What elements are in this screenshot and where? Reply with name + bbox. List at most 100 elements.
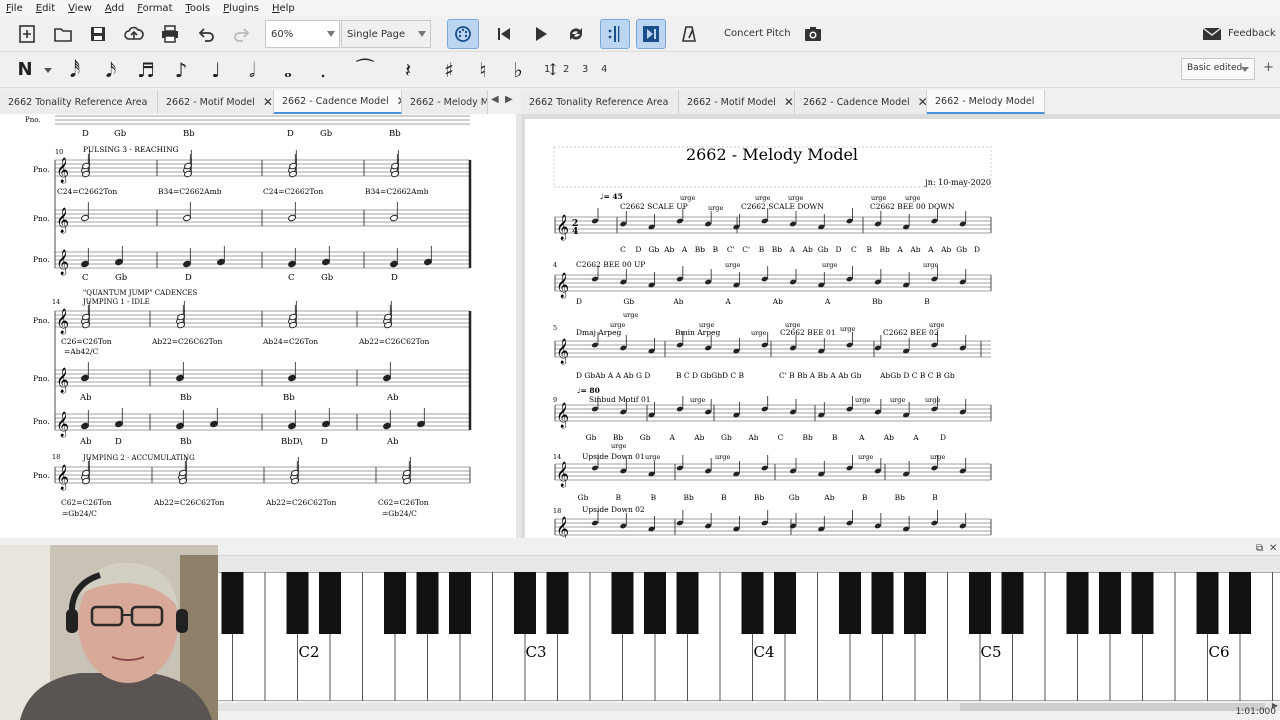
note-name: Gb xyxy=(640,433,651,442)
zoom-combo[interactable]: 60% xyxy=(265,20,340,48)
menu-view[interactable]: View xyxy=(68,3,92,14)
concert-pitch-toggle[interactable]: Concert Pitch xyxy=(724,28,791,39)
undo-icon[interactable] xyxy=(192,20,220,48)
rewind-icon[interactable] xyxy=(490,20,518,48)
urge-marking: urge xyxy=(855,396,870,404)
feedback-button[interactable]: Feedback xyxy=(1228,28,1276,39)
pan-score-icon[interactable] xyxy=(636,19,666,49)
note-name: B xyxy=(759,245,765,254)
tab-scroll-left-icon[interactable]: ◀ xyxy=(491,94,499,105)
tie-icon[interactable]: ⁀ xyxy=(352,56,378,84)
save-icon[interactable] xyxy=(84,20,112,48)
section-label: C2662 BEE 01 xyxy=(780,328,836,337)
voice-2-button[interactable]: 2 xyxy=(563,64,569,75)
urge-marking: urge xyxy=(822,261,837,269)
mid-label: Ab xyxy=(386,393,399,403)
menu-file[interactable]: File xyxy=(6,3,23,14)
chord-symbol-extra: =Ab42/C xyxy=(64,347,99,356)
tuplet-icon[interactable]: 𝄽 xyxy=(395,56,421,84)
envelope-icon[interactable] xyxy=(1198,20,1226,48)
note-names: AbGb D C B C B Gb xyxy=(879,371,955,380)
note-eighth-icon[interactable]: ♪ xyxy=(168,56,194,84)
bass-label: Ab xyxy=(79,437,92,447)
undock-icon[interactable]: ⧉ xyxy=(1256,543,1263,554)
close-icon[interactable]: ✕ xyxy=(1042,94,1044,108)
print-icon[interactable] xyxy=(156,20,184,48)
tab-melody-model[interactable]: 2662 - Melody Model ✕ xyxy=(927,90,1045,114)
close-icon[interactable]: ✕ xyxy=(263,95,273,109)
voice-1-button[interactable]: 1 xyxy=(544,64,550,75)
note-16th-icon[interactable]: ♬ xyxy=(133,56,159,84)
tab-tonality-reference[interactable]: 2662 Tonality Reference Area✕ xyxy=(0,90,158,114)
metronome-play-repeats-icon[interactable] xyxy=(600,19,630,49)
note-whole-icon[interactable]: 𝅝 xyxy=(275,56,301,84)
note-32nd-icon[interactable]: 𝅘𝅥𝅯 xyxy=(98,56,124,84)
note-name: B xyxy=(932,493,938,502)
treble-clef: 𝄞 xyxy=(56,367,69,393)
note-name: C' xyxy=(742,245,750,254)
scrollbar-thumb[interactable] xyxy=(960,703,1265,711)
score-view-cadence-model[interactable]: 𝄞 𝄞 𝄞 𝄞 𝄞 𝄞 𝄞 D Gb Bb D Gb Bb Pno. 10 PULSING … xyxy=(0,114,516,538)
note-half-icon[interactable]: 𝅗𝅥 xyxy=(239,56,265,84)
black-key xyxy=(839,572,861,634)
close-icon[interactable]: ✕ xyxy=(1269,543,1277,554)
menu-edit[interactable]: Edit xyxy=(36,3,55,14)
horizontal-scrollbar[interactable] xyxy=(218,703,1280,711)
piano-keys[interactable]: C2 C3 C4 C5 C6 xyxy=(199,571,1280,702)
new-file-icon[interactable] xyxy=(13,20,41,48)
measure-number: 4 xyxy=(553,261,557,269)
workspace-combo[interactable]: Basic edited xyxy=(1181,58,1255,80)
voice-3-button[interactable]: 3 xyxy=(582,64,588,75)
open-folder-icon[interactable] xyxy=(49,20,77,48)
black-key xyxy=(449,572,471,634)
black-key xyxy=(611,572,634,634)
note-input-mode-icon[interactable]: N xyxy=(12,56,38,84)
chevron-down-icon[interactable] xyxy=(44,68,52,73)
midi-input-icon[interactable] xyxy=(447,19,479,49)
note-name: B xyxy=(862,493,868,502)
play-icon[interactable] xyxy=(526,20,554,48)
tab-cadence-model[interactable]: 2662 - Cadence Model✕ xyxy=(274,90,402,114)
menu-format[interactable]: Format xyxy=(137,3,172,14)
melody-score-canvas[interactable]: 𝄞𝄞𝄞𝄞𝄞𝄞24 2662 - Melody Model jn: 10-may-… xyxy=(525,119,1280,538)
augmentation-dot-icon[interactable]: . xyxy=(310,56,336,84)
measure-number: 14 xyxy=(553,453,561,461)
tab-motif-model[interactable]: 2662 - Motif Model ✕ xyxy=(158,90,274,114)
camera-icon[interactable] xyxy=(799,20,827,48)
cadence-score-canvas[interactable]: 𝄞 𝄞 𝄞 𝄞 𝄞 𝄞 𝄞 D Gb Bb D Gb Bb Pno. 10 PULSING … xyxy=(0,114,516,538)
close-icon[interactable]: ✕ xyxy=(784,95,794,109)
flat-icon[interactable]: ♭ xyxy=(505,56,531,84)
note-64th-icon[interactable]: 𝅘𝅥𝅰 xyxy=(62,56,88,84)
menu-plugins[interactable]: Plugins xyxy=(223,3,259,14)
cloud-upload-icon[interactable] xyxy=(120,20,148,48)
black-key xyxy=(416,572,439,634)
menu-add[interactable]: Add xyxy=(105,3,124,14)
piano-keyboard[interactable]: C2 C3 C4 C5 C6 xyxy=(199,571,1280,702)
note-quarter-icon[interactable]: ♩ xyxy=(203,56,229,84)
natural-icon[interactable]: ♮ xyxy=(470,56,496,84)
section-label: Upside Down 01 xyxy=(582,452,645,461)
metronome-icon[interactable] xyxy=(675,20,703,48)
menu-help[interactable]: Help xyxy=(272,3,295,14)
view-mode-combo[interactable]: Single Page xyxy=(341,20,431,48)
tab-tonality-reference[interactable]: 2662 Tonality Reference Area✕ xyxy=(521,90,679,114)
menu-tools[interactable]: Tools xyxy=(185,3,210,14)
tab-motif-model[interactable]: 2662 - Motif Model ✕ xyxy=(679,90,795,114)
sharp-icon[interactable]: ♯ xyxy=(436,56,462,84)
score-view-melody-model[interactable]: 𝄞 𝄞 𝄞 𝄞 𝄞 𝄞 2 4 2662 - Melody Model jn: 10-may-… xyxy=(521,114,1280,538)
tab-melody-model[interactable]: 2662 - Melody Mo xyxy=(402,90,488,114)
workspace-value: Basic edited xyxy=(1187,63,1243,73)
redo-icon[interactable] xyxy=(228,20,256,48)
tab-cadence-model[interactable]: 2662 - Cadence Model✕ xyxy=(795,90,927,114)
score-composer: jn: 10-may-2020 xyxy=(924,178,991,187)
loop-icon[interactable] xyxy=(562,20,590,48)
voice-4-button[interactable]: 4 xyxy=(601,64,607,75)
note-name: D xyxy=(835,245,841,254)
section-label: Sinbud Motif 01 xyxy=(589,395,651,404)
tab-label: 2662 - Motif Model xyxy=(687,96,776,108)
add-workspace-button[interactable]: + xyxy=(1263,60,1274,75)
tab-scroll-right-icon[interactable]: ▶ xyxy=(505,94,513,105)
note-input-toolbar: N 𝅘𝅥𝅰 𝅘𝅥𝅯 ♬ ♪ ♩ 𝅗𝅥 𝅝 . ⁀ 𝄽 ♯ ♮ ♭ ↕ 1 2 3… xyxy=(0,52,1280,88)
mid-label: Bb xyxy=(283,393,295,403)
close-icon[interactable]: ✕ xyxy=(918,95,926,109)
